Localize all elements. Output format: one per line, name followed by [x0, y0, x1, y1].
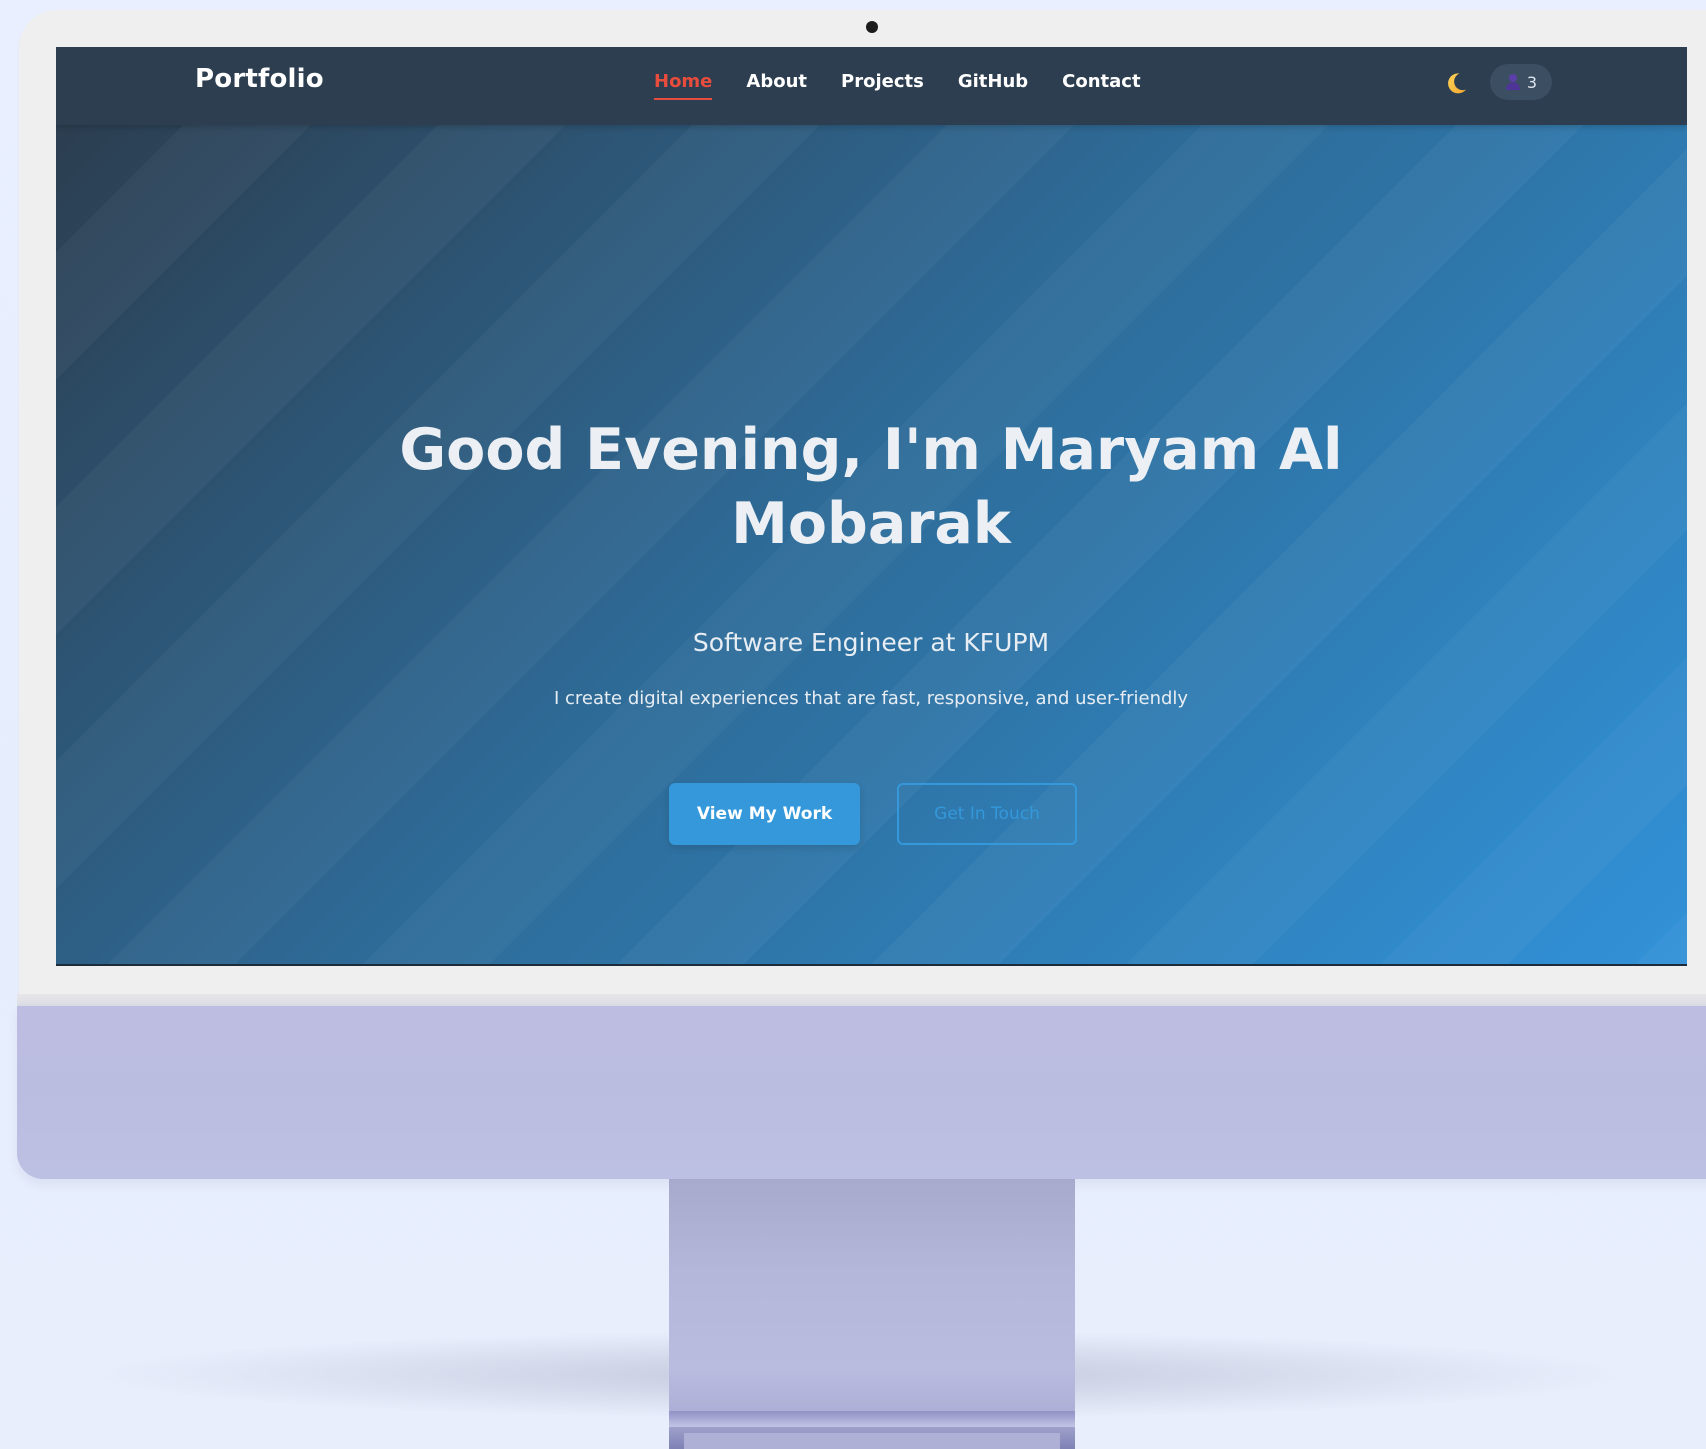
visitor-count: 3	[1526, 72, 1538, 92]
screen-bottom-edge	[56, 964, 1687, 966]
nav-link-home[interactable]: Home	[654, 71, 713, 100]
nav-link-contact[interactable]: Contact	[1062, 71, 1140, 98]
monitor-chin	[17, 1006, 1706, 1179]
camera-icon	[866, 21, 878, 33]
get-in-touch-button[interactable]: Get In Touch	[897, 783, 1077, 845]
nav-link-about[interactable]: About	[746, 71, 807, 98]
hero-title: Good Evening, I'm Maryam Al Mobarak	[399, 417, 1343, 557]
nav-link-github[interactable]: GitHub	[958, 71, 1028, 98]
screen: Portfolio Home About Projects GitHub Con…	[56, 47, 1687, 966]
monitor-stand-base-inner	[684, 1433, 1060, 1449]
view-my-work-button[interactable]: View My Work	[669, 783, 860, 845]
brand-logo[interactable]: Portfolio	[195, 64, 324, 94]
theme-toggle-button[interactable]	[1442, 69, 1470, 97]
hero-subtitle: Software Engineer at KFUPM	[692, 628, 1050, 657]
nav-links: Home About Projects GitHub Contact	[654, 71, 1175, 100]
user-icon	[1505, 74, 1520, 90]
visitor-count-badge: 3	[1490, 64, 1552, 100]
nav-link-projects[interactable]: Projects	[841, 71, 924, 98]
monitor-stand-foot	[669, 1411, 1075, 1427]
hero-section: Good Evening, I'm Maryam Al Mobarak Soft…	[56, 125, 1687, 966]
monitor-stand	[669, 1179, 1075, 1449]
navbar: Portfolio Home About Projects GitHub Con…	[56, 47, 1687, 125]
moon-icon	[1448, 73, 1466, 94]
hero-tagline: I create digital experiences that are fa…	[553, 688, 1189, 709]
